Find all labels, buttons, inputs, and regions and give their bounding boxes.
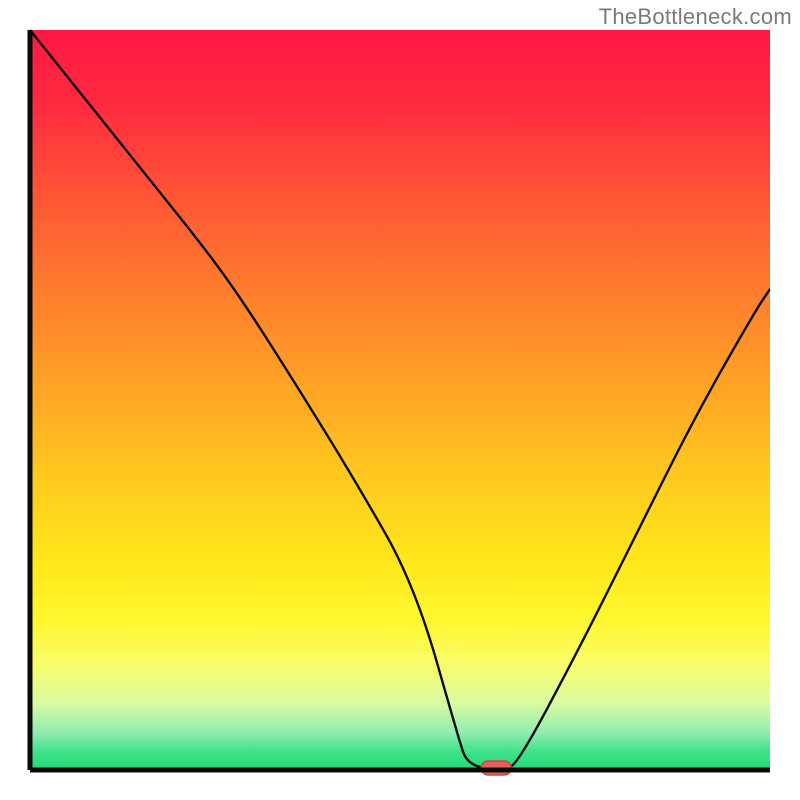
gradient-background xyxy=(30,30,770,770)
plot-area xyxy=(30,30,770,775)
bottleneck-chart xyxy=(0,0,800,800)
chart-container: TheBottleneck.com xyxy=(0,0,800,800)
